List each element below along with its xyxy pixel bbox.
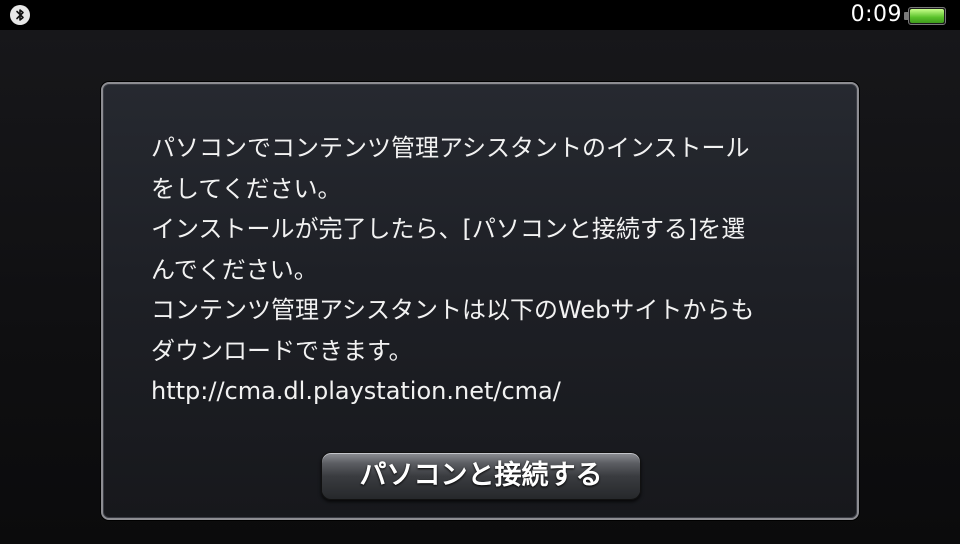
bluetooth-icon [10, 5, 30, 25]
message-line: インストールが完了したら、[パソコンと接続する]を選 [151, 215, 746, 243]
screen-background: パソコンでコンテンツ管理アシスタントのインストール をしてください。 インストー… [0, 30, 960, 544]
dialog-message: パソコンでコンテンツ管理アシスタントのインストール をしてください。 インストー… [151, 128, 811, 412]
clock: 0:09 [850, 2, 902, 27]
message-dialog: パソコンでコンテンツ管理アシスタントのインストール をしてください。 インストー… [101, 82, 859, 520]
download-url: http://cma.dl.playstation.net/cma/ [151, 377, 561, 405]
status-bar: 0:09 [0, 0, 960, 30]
connect-to-pc-button-label: パソコンと接続する [359, 460, 603, 491]
message-line: パソコンでコンテンツ管理アシスタントのインストール [151, 134, 750, 162]
message-line: ダウンロードできます。 [151, 336, 413, 365]
battery-level-fill [910, 9, 944, 23]
message-line: をしてください。 [151, 174, 342, 203]
message-line: んでください。 [151, 255, 318, 284]
message-line: コンテンツ管理アシスタントは以下のWebサイトからも [151, 296, 755, 324]
battery-icon [908, 7, 946, 25]
connect-to-pc-button[interactable]: パソコンと接続する [321, 452, 641, 500]
